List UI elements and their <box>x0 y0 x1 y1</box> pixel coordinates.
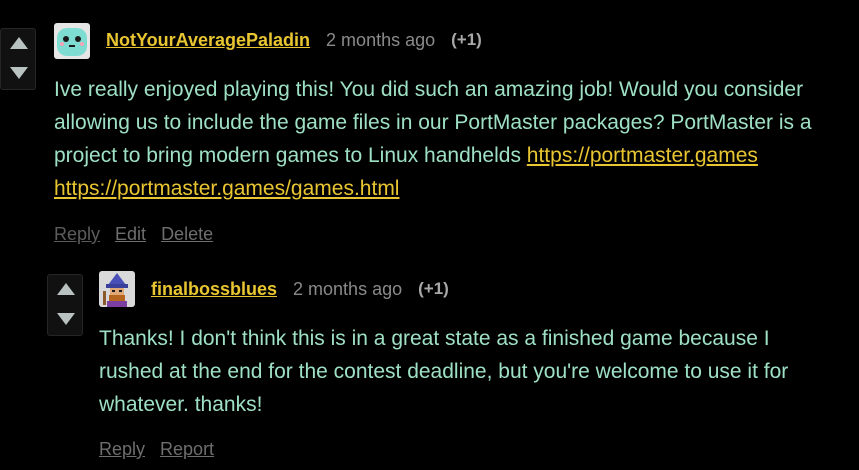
triangle-up-icon <box>10 37 28 49</box>
delete-link[interactable]: Delete <box>161 224 213 245</box>
comment-text: Thanks! I don't think this is in a great… <box>99 327 789 416</box>
comment-body: Ive really enjoyed playing this! You did… <box>54 73 854 205</box>
upvote-button[interactable] <box>48 275 84 305</box>
downvote-button[interactable] <box>1 59 37 89</box>
wizard-pixel-avatar <box>99 271 135 307</box>
score: (+1) <box>451 30 482 49</box>
triangle-up-icon <box>57 283 75 295</box>
vote-widget <box>0 28 36 90</box>
comment-header: finalbossblues 2 months ago (+1) <box>151 271 449 307</box>
downvote-button[interactable] <box>48 305 84 335</box>
avatar[interactable] <box>99 271 135 307</box>
triangle-down-icon <box>57 313 75 325</box>
comment-body: Thanks! I don't think this is in a great… <box>99 322 799 421</box>
triangle-down-icon <box>10 67 28 79</box>
comment-actions: Reply Report <box>99 439 229 460</box>
edit-link[interactable]: Edit <box>115 224 146 245</box>
portmaster-games-link[interactable]: https://portmaster.games/games.html <box>54 177 399 200</box>
comment-actions: Reply Edit Delete <box>54 224 228 245</box>
upvote-button[interactable] <box>1 29 37 59</box>
reply-link[interactable]: Reply <box>54 224 100 245</box>
comment-header: NotYourAveragePaladin 2 months ago (+1) <box>106 22 482 58</box>
vote-widget <box>47 274 83 336</box>
timestamp: 2 months ago <box>326 29 436 50</box>
avatar[interactable] <box>54 23 90 59</box>
username-link[interactable]: NotYourAveragePaladin <box>106 30 310 51</box>
report-link[interactable]: Report <box>160 439 214 460</box>
reply-link[interactable]: Reply <box>99 439 145 460</box>
score: (+1) <box>418 279 449 298</box>
timestamp: 2 months ago <box>293 278 403 299</box>
ghost-avatar <box>54 23 90 59</box>
portmaster-link[interactable]: https://portmaster.games <box>527 144 758 167</box>
username-link[interactable]: finalbossblues <box>151 279 277 300</box>
